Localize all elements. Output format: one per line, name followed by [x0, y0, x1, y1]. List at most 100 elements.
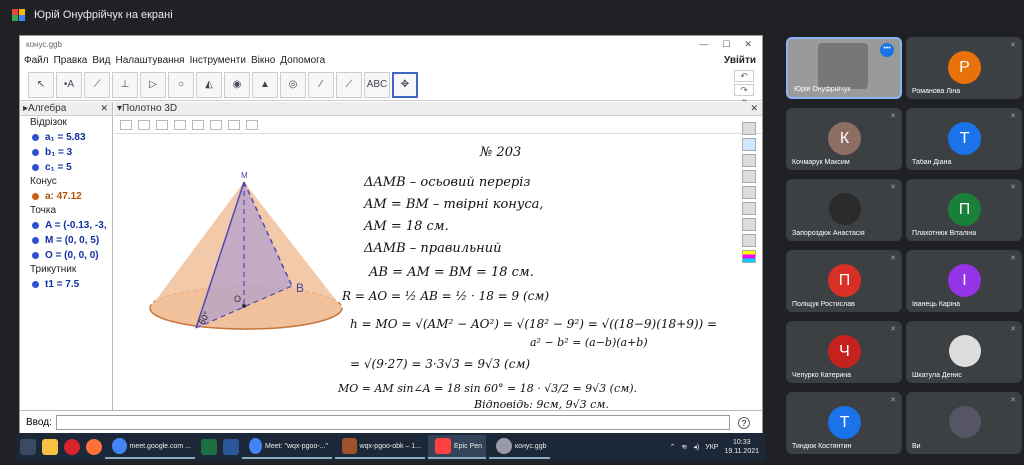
algebra-item[interactable]: M = (0, 0, 5) [20, 233, 112, 248]
rotate-icon[interactable] [174, 119, 186, 130]
close-icon[interactable]: ✕ [744, 39, 752, 50]
participant-tile[interactable]: ✕ Ч Чепурко Катерина [786, 321, 902, 383]
visibility-dot-icon[interactable] [32, 222, 39, 229]
tool-plane[interactable]: ◭ [196, 71, 222, 98]
algebra-item[interactable]: a₁ = 5.83 [20, 130, 112, 145]
volume-icon[interactable]: ◂) [693, 443, 699, 451]
cube-icon[interactable] [246, 119, 258, 130]
visibility-dot-icon[interactable] [32, 281, 39, 288]
search-icon[interactable] [20, 439, 36, 455]
participant-tile[interactable]: ✕ Т Тиндюк Костянтин [786, 392, 902, 454]
menu-file[interactable]: Файл [24, 55, 49, 66]
menu-settings[interactable]: Налаштування [115, 55, 184, 66]
visibility-dot-icon[interactable] [32, 134, 39, 141]
whiteboard-icon[interactable] [742, 234, 756, 247]
visibility-dot-icon[interactable] [32, 193, 39, 200]
taskbar-task[interactable]: wqx-pgoo-obk – 1... [335, 435, 425, 459]
menu-tools[interactable]: Інструменти [190, 55, 246, 66]
tool-intersect[interactable]: ◉ [224, 71, 250, 98]
tool-line[interactable]: ⟋ [84, 71, 110, 98]
algebra-item[interactable]: c₁ = 5 [20, 160, 112, 175]
canvas-3d[interactable]: M B O 60° № 203 ΔAMB – осьовий переріз A… [114, 134, 762, 410]
participant-tile[interactable]: ••• Юрій Онуфрійчук [786, 37, 902, 99]
folder-icon[interactable] [42, 439, 58, 455]
view-3d[interactable]: ▾ Полотно 3D ✕ M B O 60° № 203 ΔAMB – ос… [114, 102, 762, 410]
opera-icon[interactable] [64, 439, 80, 455]
taskbar-task[interactable]: meet.google.com ... [105, 435, 195, 459]
grid-toggle-icon[interactable] [138, 119, 150, 130]
participant-tile[interactable]: ✕ Р Романова Ліна [906, 37, 1022, 99]
axes-toggle-icon[interactable] [120, 119, 132, 130]
firefox-icon[interactable] [86, 439, 102, 455]
point-o[interactable] [242, 304, 246, 308]
projection-icon[interactable] [192, 119, 204, 130]
camera-icon[interactable] [742, 218, 756, 231]
tool-pyramid[interactable]: ▲ [252, 71, 278, 98]
excel-icon[interactable] [201, 439, 217, 455]
undo-icon[interactable]: ↶ [734, 70, 754, 82]
taskbar-task[interactable]: Meet: "wqx-pgoo-..." [242, 435, 332, 459]
participant-tile[interactable]: ✕ Шкатула Денис [906, 321, 1022, 383]
algebra-item[interactable]: b₁ = 3 [20, 145, 112, 160]
taskbar-task[interactable]: Epic Pen [428, 435, 487, 459]
home-icon[interactable] [156, 119, 168, 130]
clipping-icon[interactable] [228, 119, 240, 130]
highlighter-icon[interactable] [742, 154, 756, 167]
clock[interactable]: 10:33 19.11.2021 [724, 438, 759, 456]
language-indicator[interactable]: УКР [705, 444, 718, 451]
avatar: І [948, 264, 981, 297]
tool-reflect[interactable]: ⟋ [336, 71, 362, 98]
menu-window[interactable]: Вікно [251, 55, 275, 66]
algebra-item[interactable]: t1 = 7.5 [20, 277, 112, 292]
tool-text[interactable]: ABC [364, 71, 390, 98]
help-icon[interactable]: ? [738, 416, 750, 429]
visibility-dot-icon[interactable] [32, 237, 39, 244]
label-b: B [296, 281, 304, 295]
algebra-item[interactable]: O = (0, 0, 0) [20, 248, 112, 263]
participant-name: Кочмарук Максим [792, 159, 850, 166]
eraser-icon[interactable] [742, 170, 756, 183]
redo-icon[interactable]: ↷ [734, 84, 754, 96]
participant-tile[interactable]: ✕ І Іванець Каріна [906, 250, 1022, 312]
visibility-dot-icon[interactable] [32, 252, 39, 259]
tool-point[interactable]: •A [56, 71, 82, 98]
participant-tile[interactable]: ✕ П Поліщук Ростислав [786, 250, 902, 312]
pen-icon[interactable] [742, 122, 756, 135]
presenting-title: Юрій Онуфрійчук на екрані [34, 9, 173, 21]
tool-move[interactable]: ↖ [28, 71, 54, 98]
tool-move-view[interactable]: ✥ [392, 71, 418, 98]
trash-icon[interactable] [742, 202, 756, 215]
visibility-dot-icon[interactable] [32, 164, 39, 171]
wifi-icon[interactable]: ≋ [682, 443, 688, 451]
menu-help[interactable]: Допомога [280, 55, 325, 66]
undo-icon[interactable] [742, 186, 756, 199]
participant-tile[interactable]: ✕ К Кочмарук Максим [786, 108, 902, 170]
tool-polygon[interactable]: ▷ [140, 71, 166, 98]
maximize-icon[interactable]: ☐ [722, 39, 730, 50]
close-icon[interactable]: ✕ [750, 103, 758, 114]
menu-view[interactable]: Вид [92, 55, 110, 66]
participant-tile[interactable]: ✕ Т Табан Діана [906, 108, 1022, 170]
tool-perpendicular[interactable]: ⊥ [112, 71, 138, 98]
participant-tile[interactable]: ✕ П Плахотнюк Віталіна [906, 179, 1022, 241]
word-icon[interactable] [223, 439, 239, 455]
close-icon[interactable]: ✕ [100, 103, 108, 114]
more-options-icon[interactable]: ••• [880, 43, 894, 57]
plane-icon[interactable] [210, 119, 222, 130]
eye-icon[interactable] [742, 138, 756, 151]
participant-tile[interactable]: ✕ Запороздюк Анастасія [786, 179, 902, 241]
participant-tile[interactable]: ✕ Ви [906, 392, 1022, 454]
login-button[interactable]: Увійти [724, 55, 756, 66]
taskbar-task[interactable]: конус.ggb [489, 435, 551, 459]
tool-angle[interactable]: ∕ [308, 71, 334, 98]
chevron-up-icon[interactable]: ⌃ [670, 443, 676, 451]
visibility-dot-icon[interactable] [32, 149, 39, 156]
algebra-item[interactable]: A = (-0.13, -3, [20, 218, 112, 233]
tool-sphere[interactable]: ◎ [280, 71, 306, 98]
input-field[interactable] [55, 415, 730, 430]
minimize-icon[interactable]: — [699, 39, 708, 50]
tool-circle[interactable]: ○ [168, 71, 194, 98]
color-palette-icon[interactable] [742, 250, 756, 263]
menu-edit[interactable]: Правка [54, 55, 88, 66]
algebra-item[interactable]: a: 47.12 [20, 189, 112, 204]
